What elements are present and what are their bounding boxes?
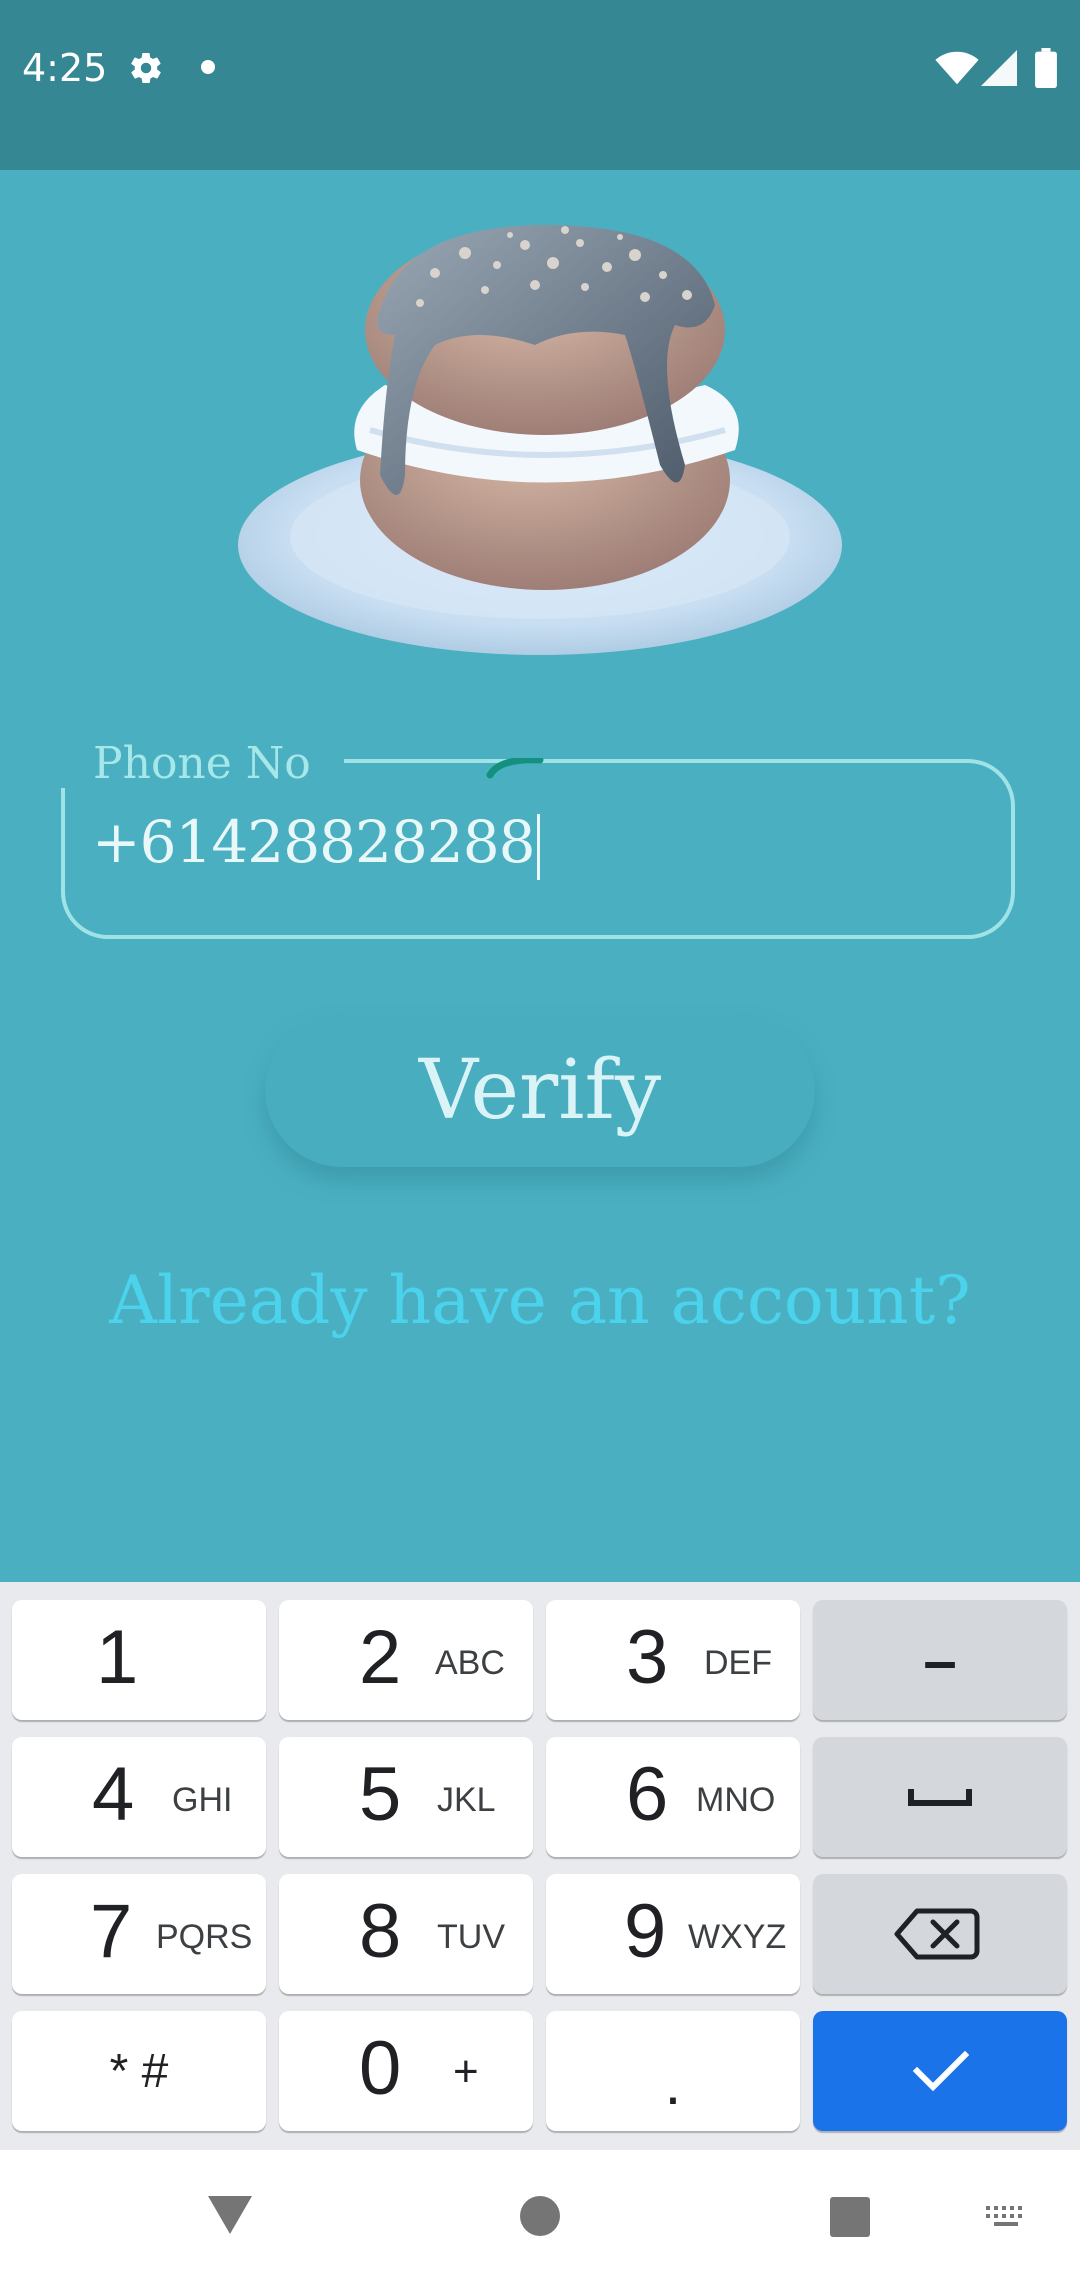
key-4[interactable]: 4 GHI: [12, 1737, 266, 1857]
key-letters: MNO: [696, 1781, 776, 1819]
wifi-icon: [935, 51, 979, 85]
backspace-key[interactable]: [813, 1874, 1067, 1994]
phone-label: Phone No: [93, 738, 311, 789]
key-5[interactable]: 5 JKL: [279, 1737, 533, 1857]
key-3[interactable]: 3 DEF: [546, 1600, 800, 1720]
key-digit: 1: [96, 1615, 139, 1700]
star-hash-key[interactable]: * #: [12, 2011, 266, 2131]
cream-bun-image: [238, 225, 842, 655]
key-digit: 0: [359, 2026, 402, 2111]
phone-value: +61428828288: [92, 808, 536, 876]
gear-icon: [131, 53, 161, 84]
done-key[interactable]: [813, 2011, 1067, 2131]
keyboard-switch-icon[interactable]: [984, 2204, 1028, 2232]
dash-label: –: [923, 1626, 957, 1694]
battery-icon: [1035, 48, 1057, 88]
period-key[interactable]: .: [546, 2011, 800, 2131]
key-letters: ABC: [435, 1644, 505, 1682]
navigation-bar: [0, 2150, 1080, 2280]
key-digit: 3: [626, 1615, 669, 1700]
period-label: .: [664, 2049, 682, 2117]
key-letters: TUV: [437, 1918, 505, 1956]
status-time: 4:25: [22, 46, 108, 90]
key-7[interactable]: 7 PQRS: [12, 1874, 266, 1994]
verify-button[interactable]: Verify: [265, 1013, 815, 1167]
login-link[interactable]: Already have an account?: [0, 1262, 1080, 1339]
key-9[interactable]: 9 WXYZ: [546, 1874, 800, 1994]
key-0[interactable]: 0 +: [279, 2011, 533, 2131]
status-bar: 4:25: [0, 0, 1080, 170]
key-1[interactable]: 1: [12, 1600, 266, 1720]
key-2[interactable]: 2 ABC: [279, 1600, 533, 1720]
key-8[interactable]: 8 TUV: [279, 1874, 533, 1994]
check-icon: [912, 2050, 970, 2092]
key-letters: GHI: [172, 1781, 233, 1819]
key-letters: +: [453, 2047, 479, 2096]
cell-signal-icon: [981, 50, 1017, 86]
key-digit: 6: [626, 1752, 669, 1837]
notification-dot-icon: [201, 60, 215, 74]
key-digit: 2: [359, 1615, 402, 1700]
recents-square-icon[interactable]: [828, 2195, 872, 2239]
text-caret: [536, 813, 540, 880]
key-letters: DEF: [704, 1644, 772, 1682]
key-digit: 8: [359, 1889, 402, 1974]
key-digit: 4: [92, 1752, 135, 1837]
key-letters: PQRS: [156, 1918, 253, 1956]
space-icon: [908, 1789, 972, 1806]
back-triangle-icon[interactable]: [205, 2193, 255, 2237]
key-6[interactable]: 6 MNO: [546, 1737, 800, 1857]
phone-value-wrapper: +61428828288: [92, 808, 540, 880]
key-letters: JKL: [437, 1781, 496, 1819]
backspace-icon: [894, 1908, 980, 1960]
numeric-keyboard: 1 2 ABC 3 DEF – 4 GHI 5 JKL 6 MNO 7 PQRS…: [0, 1582, 1080, 2150]
home-circle-icon[interactable]: [518, 2194, 562, 2238]
space-key[interactable]: [813, 1737, 1067, 1857]
key-letters: WXYZ: [688, 1918, 787, 1956]
star-hash-label: * #: [109, 2044, 169, 2098]
key-digit: 9: [624, 1889, 667, 1974]
key-digit: 7: [90, 1889, 133, 1974]
key-digit: 5: [359, 1752, 402, 1837]
dash-key[interactable]: –: [813, 1600, 1067, 1720]
